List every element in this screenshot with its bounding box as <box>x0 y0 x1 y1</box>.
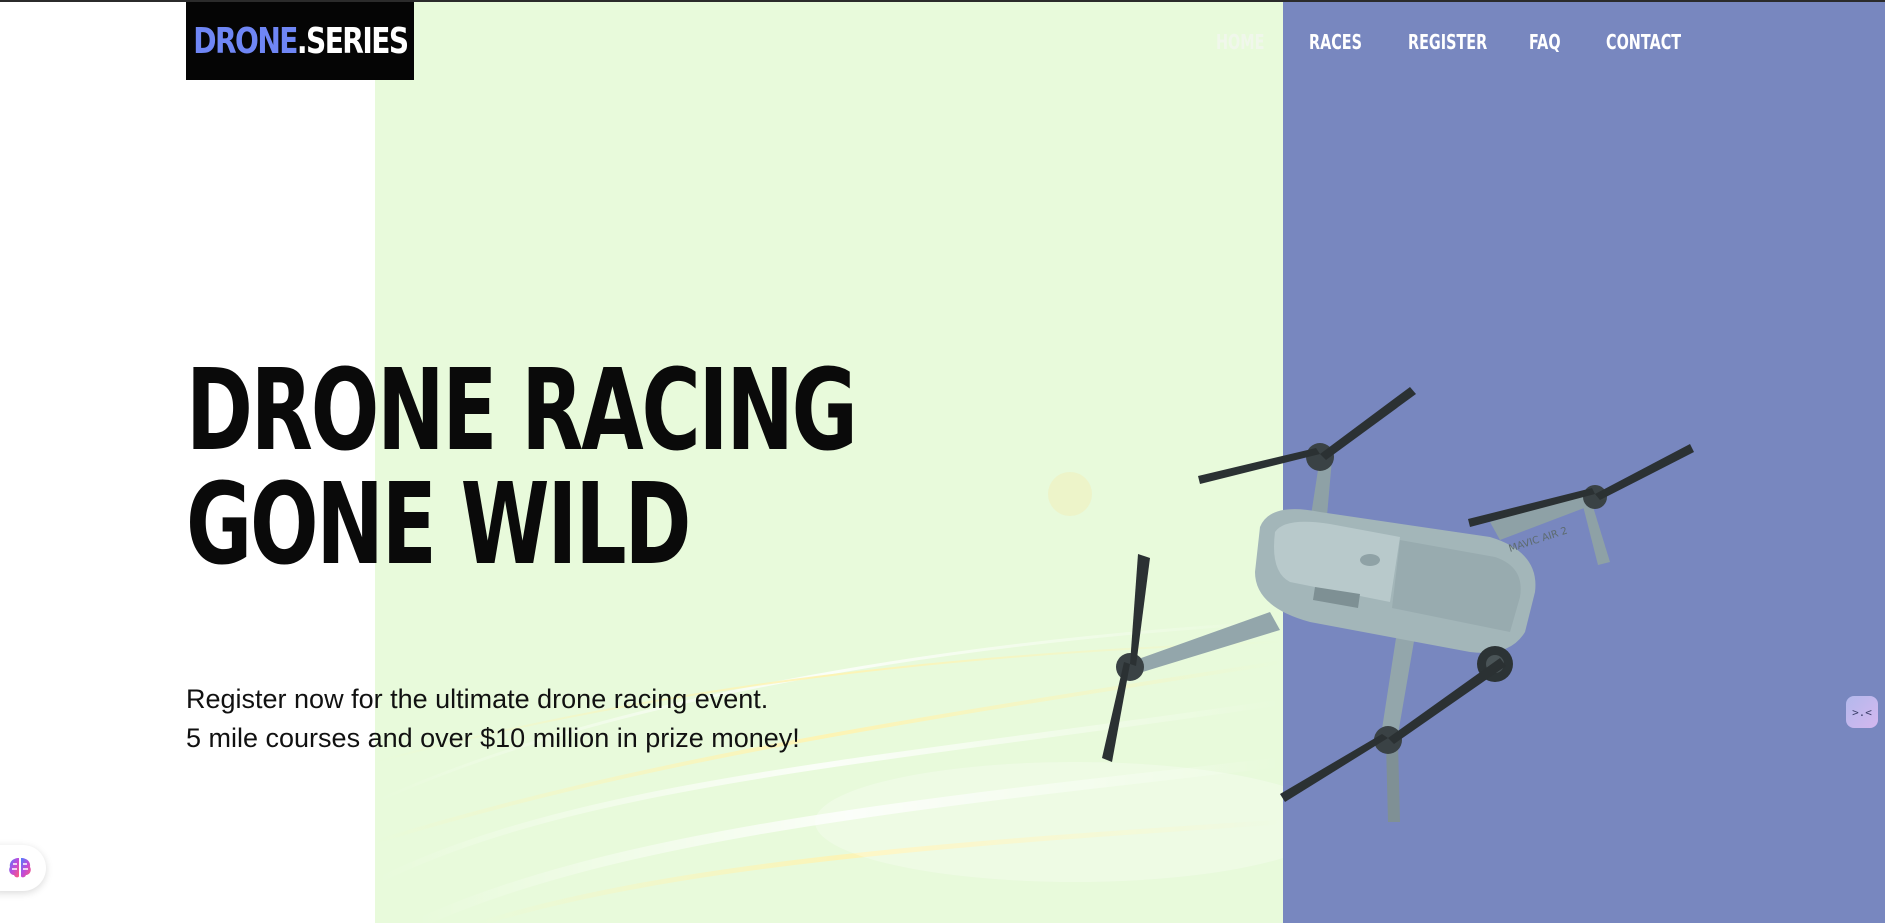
site-logo[interactable]: DRONE.SERIES <box>186 2 414 80</box>
hero-title: DRONE RACING GONE WILD <box>186 346 858 590</box>
brain-icon <box>9 858 31 878</box>
hero-subtitle: Register now for the ultimate drone raci… <box>186 680 800 758</box>
nav-contact-link[interactable]: CONTACT <box>1606 30 1681 54</box>
assistant-face-glyph: >.< <box>1852 705 1872 719</box>
logo-series-text: .SERIES <box>296 20 409 62</box>
nav-register-link[interactable]: REGISTER <box>1408 30 1487 54</box>
drone-image: MAVIC AIR 2 <box>1070 362 1710 842</box>
assistant-face-icon[interactable]: >.< <box>1846 696 1878 728</box>
brain-extension-button[interactable] <box>0 845 46 891</box>
nav-faq-link[interactable]: FAQ <box>1529 30 1561 54</box>
hero-subtitle-line-1: Register now for the ultimate drone raci… <box>186 684 769 714</box>
hero-subtitle-line-2: 5 mile courses and over $10 million in p… <box>186 723 800 753</box>
nav-races-link[interactable]: RACES <box>1309 30 1362 54</box>
nav-home-link[interactable]: HOME <box>1216 30 1264 54</box>
hero-title-line-2: GONE WILD <box>186 460 691 590</box>
page: DRONE.SERIES HOME RACES REGISTER FAQ CON… <box>0 0 1885 923</box>
hero-title-line-1: DRONE RACING <box>186 346 858 476</box>
logo-drone-text: DRONE <box>192 20 298 62</box>
